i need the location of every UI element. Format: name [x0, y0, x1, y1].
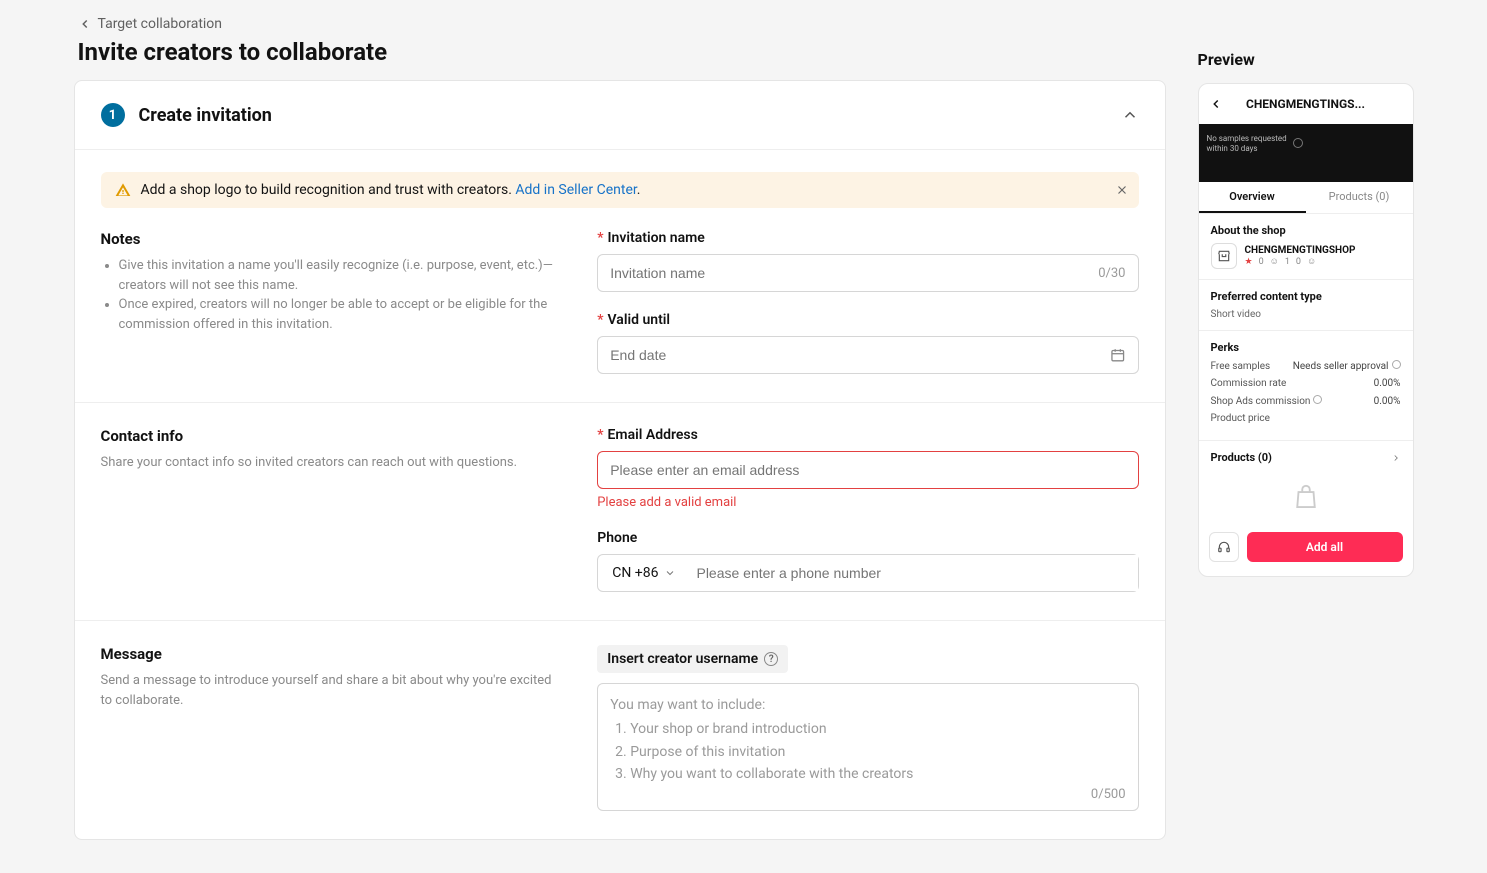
message-desc: Send a message to introduce yourself and… [101, 671, 558, 710]
page-title: Invite creators to collaborate [78, 38, 1166, 66]
email-label: *Email Address [597, 427, 1138, 443]
invitation-name-counter: 0/30 [1090, 266, 1125, 281]
phone-label: Phone [597, 530, 1138, 546]
commission-label: Commission rate [1211, 378, 1287, 389]
step-title: Create invitation [139, 105, 272, 126]
info-icon [1293, 138, 1303, 148]
about-shop-heading: About the shop [1211, 224, 1401, 237]
breadcrumb-label: Target collaboration [98, 16, 223, 32]
message-counter: 0/500 [1091, 787, 1126, 802]
commission-value: 0.00% [1374, 378, 1401, 389]
ads-value: 0.00% [1374, 396, 1401, 407]
products-row[interactable]: Products (0) [1199, 441, 1413, 474]
step-header: 1 Create invitation [75, 81, 1165, 150]
phone-input[interactable] [696, 555, 1137, 591]
info-icon [1313, 395, 1322, 404]
message-heading: Message [101, 645, 558, 663]
chevron-left-icon [78, 17, 92, 31]
preview-tabs: Overview Products (0) [1199, 182, 1413, 214]
close-banner-icon[interactable] [1115, 183, 1129, 197]
info-icon [1392, 360, 1401, 369]
tab-overview[interactable]: Overview [1199, 182, 1306, 213]
banner-text: Add a shop logo to build recognition and… [141, 182, 512, 198]
ads-label: Shop Ads commission [1211, 396, 1311, 407]
valid-until-label: *Valid until [597, 312, 1138, 328]
valid-until-input[interactable] [610, 347, 1110, 363]
preview-phone-frame: CHENGMENGTINGS... No samples requested w… [1198, 83, 1414, 577]
products-heading: Products (0) [1211, 451, 1272, 464]
preview-title: Preview [1198, 50, 1414, 69]
phone-cc-value: CN +86 [612, 565, 658, 581]
breadcrumb[interactable]: Target collaboration [78, 16, 223, 32]
step-number-badge: 1 [101, 103, 125, 127]
add-in-seller-center-link[interactable]: Add in Seller Center [515, 182, 636, 198]
star-icon: ★ [1245, 257, 1253, 267]
invitation-name-input[interactable] [610, 265, 1090, 281]
empty-bag-icon [1199, 474, 1413, 524]
shop-name: CHENGMENGTINGSHOP [1245, 245, 1356, 256]
help-icon: ? [764, 652, 778, 666]
preview-back-icon[interactable] [1209, 97, 1223, 111]
invitation-card: 1 Create invitation Add a shop logo to b… [74, 80, 1166, 840]
product-price-label: Product price [1211, 413, 1270, 424]
tab-products[interactable]: Products (0) [1306, 182, 1413, 213]
pct-value: Short video [1211, 309, 1401, 320]
notes-item: Once expired, creators will no longer be… [119, 295, 558, 334]
shop-meta: ★0 ☺ 1 0☺ [1245, 256, 1356, 267]
phone-country-code-select[interactable]: CN +86 [598, 555, 686, 591]
shop-icon [1211, 243, 1237, 269]
warning-icon [115, 182, 131, 198]
preview-hero: No samples requested within 30 days [1199, 124, 1413, 182]
chip-label: Insert creator username [607, 651, 758, 667]
message-textarea[interactable]: You may want to include: Your shop or br… [597, 683, 1138, 811]
banner-period: . [637, 182, 641, 198]
email-input-wrap [597, 451, 1138, 489]
message-placeholder: You may want to include: Your shop or br… [610, 694, 1125, 786]
chevron-right-icon [1391, 453, 1401, 463]
add-all-button[interactable]: Add all [1247, 532, 1403, 562]
contact-heading: Contact info [101, 427, 558, 445]
chevron-down-icon [664, 567, 676, 579]
notes-heading: Notes [101, 230, 558, 248]
notes-list: Give this invitation a name you'll easil… [101, 256, 558, 334]
free-samples-label: Free samples [1211, 361, 1271, 372]
email-error: Please add a valid email [597, 495, 1138, 510]
preview-header-name: CHENGMENGTINGS... [1246, 97, 1365, 111]
invitation-name-label: *Invitation name [597, 230, 1138, 246]
insert-username-chip[interactable]: Insert creator username ? [597, 645, 788, 673]
valid-until-input-wrap[interactable] [597, 336, 1138, 374]
free-samples-value: Needs seller approval [1293, 361, 1389, 372]
logo-banner: Add a shop logo to build recognition and… [101, 172, 1139, 208]
invitation-name-input-wrap: 0/30 [597, 254, 1138, 292]
perks-heading: Perks [1211, 341, 1401, 354]
contact-desc: Share your contact info so invited creat… [101, 453, 558, 473]
phone-input-wrap: CN +86 [597, 554, 1138, 592]
calendar-icon [1110, 347, 1126, 363]
email-input[interactable] [610, 462, 1125, 478]
support-button[interactable] [1209, 532, 1239, 562]
collapse-toggle[interactable] [1121, 106, 1139, 124]
notes-item: Give this invitation a name you'll easil… [119, 256, 558, 295]
pct-heading: Preferred content type [1211, 290, 1401, 303]
